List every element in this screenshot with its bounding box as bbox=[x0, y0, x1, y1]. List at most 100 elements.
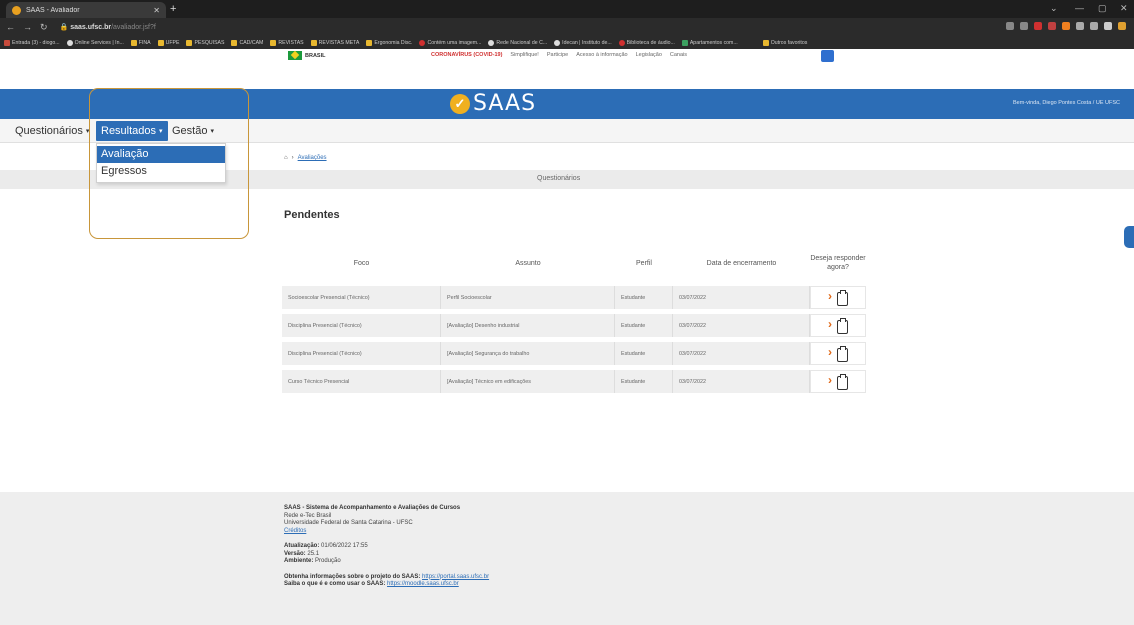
dropdown-item-avaliacao[interactable]: Avaliação bbox=[97, 146, 225, 163]
footer: SAAS - Sistema de Acompanhamento e Avali… bbox=[0, 492, 1134, 625]
breadcrumb-current[interactable]: Avaliações bbox=[298, 155, 327, 161]
section-title: Questionários bbox=[537, 175, 581, 182]
tab-search-icon[interactable]: ⌄ bbox=[1050, 3, 1058, 14]
browser-tab[interactable]: SAAS - Avaliador ✕ bbox=[6, 2, 166, 18]
maximize-icon[interactable]: ▢ bbox=[1098, 3, 1107, 14]
bookmark-item[interactable]: Outros favoritos bbox=[762, 39, 807, 46]
forward-icon[interactable]: → bbox=[23, 22, 32, 32]
close-tab-icon[interactable]: ✕ bbox=[153, 6, 160, 15]
gov-link-acesso[interactable]: Acesso à informação bbox=[576, 52, 627, 58]
extension-icon[interactable] bbox=[1062, 22, 1070, 30]
side-feedback-tab[interactable] bbox=[1124, 226, 1134, 248]
menu-gestao-label: Gestão bbox=[172, 125, 208, 137]
dropdown-item-egressos[interactable]: Egressos bbox=[97, 163, 225, 180]
minimize-icon[interactable]: — bbox=[1075, 3, 1084, 13]
footer-title: SAAS - Sistema de Acompanhamento e Avali… bbox=[284, 505, 461, 511]
table-row: Disciplina Presencial (Técnico) [Avaliaç… bbox=[282, 342, 866, 365]
bookmark-item[interactable]: FINA bbox=[130, 39, 151, 46]
cell-foco: Socioescolar Presencial (Técnico) bbox=[282, 286, 441, 309]
home-icon[interactable]: ⌂ bbox=[284, 155, 288, 161]
checkmark-logo-icon: ✓ bbox=[450, 93, 470, 114]
answer-arrow-icon[interactable]: › bbox=[828, 345, 832, 359]
cell-actions: › bbox=[810, 286, 866, 309]
saas-logo[interactable]: ✓ SAAS bbox=[450, 91, 536, 116]
close-window-icon[interactable]: ✕ bbox=[1120, 3, 1128, 14]
creditos-link[interactable]: Créditos bbox=[284, 528, 306, 534]
address-bar: ← → ↻ 🔒 saas.ufsc.br/avaliador.jsf?f bbox=[0, 18, 1134, 36]
ambiente-value: Produção bbox=[315, 558, 341, 564]
site-header: ✓ SAAS Bem-vinda, Diego Pontes Costa / U… bbox=[0, 89, 1134, 119]
cell-data: 03/07/2022 bbox=[673, 314, 810, 337]
share-icon[interactable] bbox=[1006, 22, 1014, 30]
extension-icon[interactable] bbox=[1090, 22, 1098, 30]
gov-link-covid[interactable]: CORONAVÍRUS (COVID-19) bbox=[431, 52, 502, 58]
versao-value: 25.1 bbox=[307, 550, 320, 557]
gov-link-legislacao[interactable]: Legislação bbox=[636, 52, 662, 58]
moodle-link[interactable]: https://moodle.saas.ufsc.br bbox=[387, 581, 459, 587]
pending-table: Foco Assunto Perfil Data de encerramento… bbox=[282, 240, 866, 398]
clipboard-icon[interactable] bbox=[837, 289, 848, 306]
bookmark-item[interactable]: Apartamentos com... bbox=[681, 39, 738, 46]
answer-arrow-icon[interactable]: › bbox=[828, 317, 832, 331]
bookmark-item[interactable]: Ergonomia Disc. bbox=[366, 39, 412, 46]
cell-assunto: [Avaliação] Desenho industrial bbox=[441, 314, 615, 337]
gov-link-simplifique[interactable]: Simplifique! bbox=[510, 52, 538, 58]
clipboard-icon[interactable] bbox=[837, 317, 848, 334]
bookmark-item[interactable]: Online Services | In... bbox=[66, 39, 124, 46]
star-icon[interactable] bbox=[1020, 22, 1028, 30]
table-row: Curso Técnico Presencial [Avaliação] Téc… bbox=[282, 370, 866, 393]
bookmark-item[interactable]: CAD/CAM bbox=[231, 39, 263, 46]
caret-down-icon: ▾ bbox=[210, 128, 214, 135]
new-tab-icon[interactable]: + bbox=[170, 3, 176, 15]
bookmark-item[interactable]: Rede Nacional de C... bbox=[488, 39, 547, 46]
cell-perfil: Estudante bbox=[615, 314, 673, 337]
reload-icon[interactable]: ↻ bbox=[40, 22, 48, 33]
extension-icon[interactable] bbox=[1048, 22, 1056, 30]
menu-questionarios[interactable]: Questionários ▾ bbox=[10, 121, 94, 141]
sidebar-icon[interactable] bbox=[1104, 22, 1112, 30]
clipboard-icon[interactable] bbox=[837, 373, 848, 390]
profile-icon[interactable] bbox=[1118, 22, 1126, 30]
menu-resultados[interactable]: Resultados ▾ bbox=[96, 121, 168, 141]
menu-bar: Questionários ▾ Resultados ▾ Gestão ▾ bbox=[0, 119, 1134, 143]
bookmark-item[interactable]: Contém uma imagem... bbox=[419, 39, 481, 46]
cell-foco: Disciplina Presencial (Técnico) bbox=[282, 342, 441, 365]
brasil-link[interactable]: BRASIL bbox=[288, 51, 325, 60]
extension-icon[interactable] bbox=[1034, 22, 1042, 30]
table-row: Disciplina Presencial (Técnico) [Avaliaç… bbox=[282, 314, 866, 337]
back-icon[interactable]: ← bbox=[6, 22, 15, 32]
gov-link-participe[interactable]: Participe bbox=[547, 52, 568, 58]
col-foco: Foco bbox=[353, 259, 370, 267]
answer-arrow-icon[interactable]: › bbox=[828, 373, 832, 387]
cell-data: 03/07/2022 bbox=[673, 286, 810, 309]
clipboard-icon[interactable] bbox=[837, 345, 848, 362]
extension-icon[interactable] bbox=[1076, 22, 1084, 30]
atualizacao-label: Atualização: bbox=[284, 543, 320, 549]
table-row: Socioescolar Presencial (Técnico) Perfil… bbox=[282, 286, 866, 309]
gov-link-canais[interactable]: Canais bbox=[670, 52, 687, 58]
answer-arrow-icon[interactable]: › bbox=[828, 289, 832, 303]
cell-actions: › bbox=[810, 314, 866, 337]
footer-line: Rede e-Tec Brasil bbox=[284, 512, 332, 519]
accessibility-icon[interactable] bbox=[821, 50, 834, 62]
bookmarks-bar: Entrada (3) - diogo... Online Services |… bbox=[0, 36, 1134, 49]
bookmark-item[interactable]: PESQUISAS bbox=[186, 39, 224, 46]
caret-down-icon: ▾ bbox=[159, 128, 163, 135]
url-field[interactable]: 🔒 saas.ufsc.br/avaliador.jsf?f bbox=[60, 23, 156, 31]
bookmark-item[interactable]: REVISTAS bbox=[270, 39, 304, 46]
bookmark-item[interactable]: Idecan | Instituto de... bbox=[554, 39, 612, 46]
bookmark-item[interactable]: Entrada (3) - diogo... bbox=[4, 39, 60, 46]
bookmark-item[interactable]: REVISTAS META bbox=[310, 39, 359, 46]
tab-title: SAAS - Avaliador bbox=[26, 6, 80, 14]
saas-favicon-icon bbox=[12, 5, 21, 15]
logo-text: SAAS bbox=[473, 91, 537, 116]
cell-perfil: Estudante bbox=[615, 342, 673, 365]
ambiente-label: Ambiente: bbox=[284, 558, 314, 564]
menu-gestao[interactable]: Gestão ▾ bbox=[167, 121, 219, 141]
portal-link[interactable]: https://portal.saas.ufsc.br bbox=[422, 574, 489, 580]
bookmark-item[interactable]: UFPE bbox=[157, 39, 179, 46]
bookmark-item[interactable]: Biblioteca de áudio... bbox=[618, 39, 675, 46]
welcome-text[interactable]: Bem-vinda, Diego Pontes Costa / UE UFSC bbox=[1013, 100, 1120, 106]
col-data: Data de encerramento bbox=[706, 259, 777, 267]
cell-foco: Curso Técnico Presencial bbox=[282, 370, 441, 393]
